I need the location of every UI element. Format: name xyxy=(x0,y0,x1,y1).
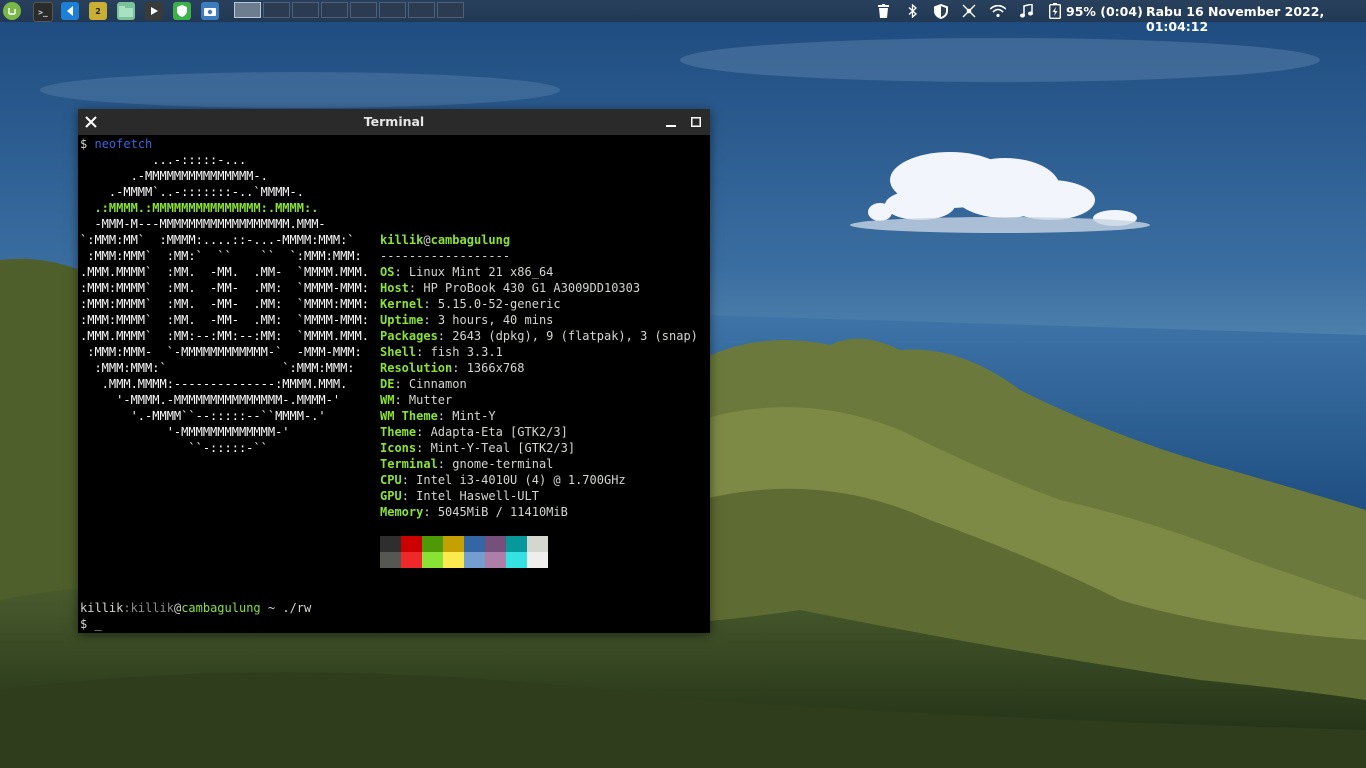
color-swatch xyxy=(422,552,443,568)
info-row: OS: Linux Mint 21 x86_64 xyxy=(380,265,554,279)
window-titlebar[interactable]: Terminal xyxy=(78,109,710,135)
info-user: killik xyxy=(380,233,424,247)
workspace-switcher xyxy=(234,2,466,18)
maximize-icon xyxy=(691,117,701,127)
workspace-3[interactable] xyxy=(292,2,319,18)
logo-line: :MMM:MMMM` :MM. -MM- .MM: `MMMM-MMM: xyxy=(80,313,369,327)
color-swatch xyxy=(527,552,548,568)
info-separator: ------------------ xyxy=(380,249,511,263)
maximize-button[interactable] xyxy=(686,112,706,132)
color-swatch xyxy=(464,552,485,568)
terminal-launcher-icon[interactable]: >_ xyxy=(33,2,53,22)
workspace-8[interactable] xyxy=(437,2,464,18)
logo-line: :MMM:MMM:` `:MMM:MMM: xyxy=(80,361,355,375)
color-swatch xyxy=(464,536,485,552)
media-player-icon[interactable] xyxy=(145,2,163,20)
top-panel: >_ 2 95% (0:04) Rabu 16 November 2022, 0… xyxy=(0,0,1366,34)
workspace-6[interactable] xyxy=(379,2,406,18)
command-text: neofetch xyxy=(94,137,153,151)
music-icon[interactable] xyxy=(1017,2,1035,20)
color-swatch xyxy=(485,536,506,552)
color-swatch xyxy=(380,552,401,568)
app-icon[interactable]: 2 xyxy=(89,2,107,20)
screenshot-icon[interactable] xyxy=(201,2,219,20)
logo-line: :MMM:MMM` :MM:` `` `` `:MMM:MMM: xyxy=(80,249,362,263)
logo-line: .-MMMMMMMMMMMMMMM-. xyxy=(80,169,268,183)
workspace-2[interactable] xyxy=(263,2,290,18)
logo-line: :MMM:MMMM` :MM. -MM- .MM: `MMMM:MMM: xyxy=(80,297,369,311)
color-swatch xyxy=(506,552,527,568)
info-host: cambagulung xyxy=(430,233,511,247)
info-row: Resolution: 1366x768 xyxy=(380,361,525,375)
logo-line: ...-:::::-... xyxy=(80,153,247,167)
terminal-output[interactable]: $ neofetch ...-:::::-... .-MMMMMMMMMMMMM… xyxy=(80,135,708,631)
logo-line: '-MMMM.-MMMMMMMMMMMMMMM-.MMMM-' xyxy=(80,393,341,407)
logo-line: :MMM:MMM- `-MMMMMMMMMMMM-` -MMM-MMM: xyxy=(80,345,362,359)
logo-line: :MMM:MMMM` :MM. -MM- .MM: `MMMM-MMM: xyxy=(80,281,369,295)
workspace-7[interactable] xyxy=(408,2,435,18)
battery-icon[interactable] xyxy=(1046,2,1064,20)
info-row: WM Theme: Mint-Y xyxy=(380,409,496,423)
cursor: _ xyxy=(94,617,102,631)
color-palette-normal xyxy=(380,536,548,552)
minimize-icon xyxy=(666,125,676,127)
workspace-5[interactable] xyxy=(350,2,377,18)
color-swatch xyxy=(485,552,506,568)
input-line[interactable]: $ _ xyxy=(80,616,102,632)
logo-line: `:MMM:MM` :MMMM:....::-...-MMMM:MMM:` xyxy=(80,233,355,247)
logo-line: '-MMMMMMMMMMMMM-' xyxy=(80,425,290,439)
color-swatch xyxy=(401,536,422,552)
info-row: Host: HP ProBook 430 G1 A3009DD10303 xyxy=(380,281,641,295)
color-swatch xyxy=(506,536,527,552)
info-row: Terminal: gnome-terminal xyxy=(380,457,554,471)
files-icon[interactable] xyxy=(117,2,135,20)
workspace-1[interactable] xyxy=(234,2,261,18)
color-swatch xyxy=(443,536,464,552)
bluetooth-icon[interactable] xyxy=(904,2,920,20)
info-row: Theme: Adapta-Eta [GTK2/3] xyxy=(380,425,568,439)
info-row: GPU: Intel Haswell-ULT xyxy=(380,489,539,503)
info-row: CPU: Intel i3-4010U (4) @ 1.700GHz xyxy=(380,473,626,487)
logo-line: .MMM.MMMM` :MM:--:MM:--:MM: `MMMM.MMM. xyxy=(80,329,369,343)
color-swatch xyxy=(527,536,548,552)
shield-icon[interactable] xyxy=(932,2,950,20)
color-palette-bright xyxy=(380,552,548,568)
clock[interactable]: Rabu 16 November 2022, 01:04:12 xyxy=(1146,4,1366,34)
logo-line: .MMM.MMMM:--------------:MMMM.MMM. xyxy=(80,377,348,391)
window-title: Terminal xyxy=(363,114,425,129)
battery-status[interactable]: 95% (0:04) xyxy=(1066,4,1143,19)
color-swatch xyxy=(401,552,422,568)
info-row: Shell: fish 3.3.1 xyxy=(380,345,503,359)
workspace-4[interactable] xyxy=(321,2,348,18)
logo-line: ``-:::::-`` xyxy=(80,441,268,455)
logo-line: .-MMMM`..-:::::::-..`MMMM-. xyxy=(80,185,304,199)
logo-line: .MMM.MMMM` :MM. -MM. .MM- `MMMM.MMM. xyxy=(80,265,369,279)
info-row: Memory: 5045MiB / 11410MiB xyxy=(380,505,568,519)
trash-icon[interactable] xyxy=(875,2,891,20)
logo-line: '.-MMMM``--:::::--``MMMM-.' xyxy=(80,409,326,423)
terminal-window[interactable]: Terminal $ neofetch ...-:::::-... .-MMMM… xyxy=(78,109,710,633)
info-row: WM: Mutter xyxy=(380,393,453,407)
info-row: Kernel: 5.15.0-52-generic xyxy=(380,297,561,311)
info-row: Uptime: 3 hours, 40 mins xyxy=(380,313,554,327)
logo-line: .:MMMM.:MMMMMMMMMMMMMMM:.MMMM:. xyxy=(80,201,319,215)
mint-menu-icon[interactable] xyxy=(3,2,21,20)
color-swatch xyxy=(443,552,464,568)
wifi-icon[interactable] xyxy=(989,2,1007,20)
shield-app-icon[interactable] xyxy=(173,2,191,20)
command-line: $ neofetch xyxy=(80,136,152,152)
prompt-line: killik:killik@cambagulung ~ ./rw xyxy=(80,601,312,615)
info-row: Packages: 2643 (dpkg), 9 (flatpak), 3 (s… xyxy=(380,329,698,343)
logo-line: -MMM-M---MMMMMMMMMMMMMMMMMM.MMM- xyxy=(80,217,326,231)
color-swatch xyxy=(380,536,401,552)
network-hub-icon[interactable] xyxy=(960,2,978,20)
user-host-line: killik@cambagulung xyxy=(380,233,511,247)
color-swatch xyxy=(422,536,443,552)
info-row: DE: Cinnamon xyxy=(380,377,467,391)
vscode-icon[interactable] xyxy=(61,2,79,20)
prompt-symbol: $ xyxy=(80,137,88,151)
minimize-button[interactable] xyxy=(661,112,681,132)
info-row: Icons: Mint-Y-Teal [GTK2/3] xyxy=(380,441,576,455)
